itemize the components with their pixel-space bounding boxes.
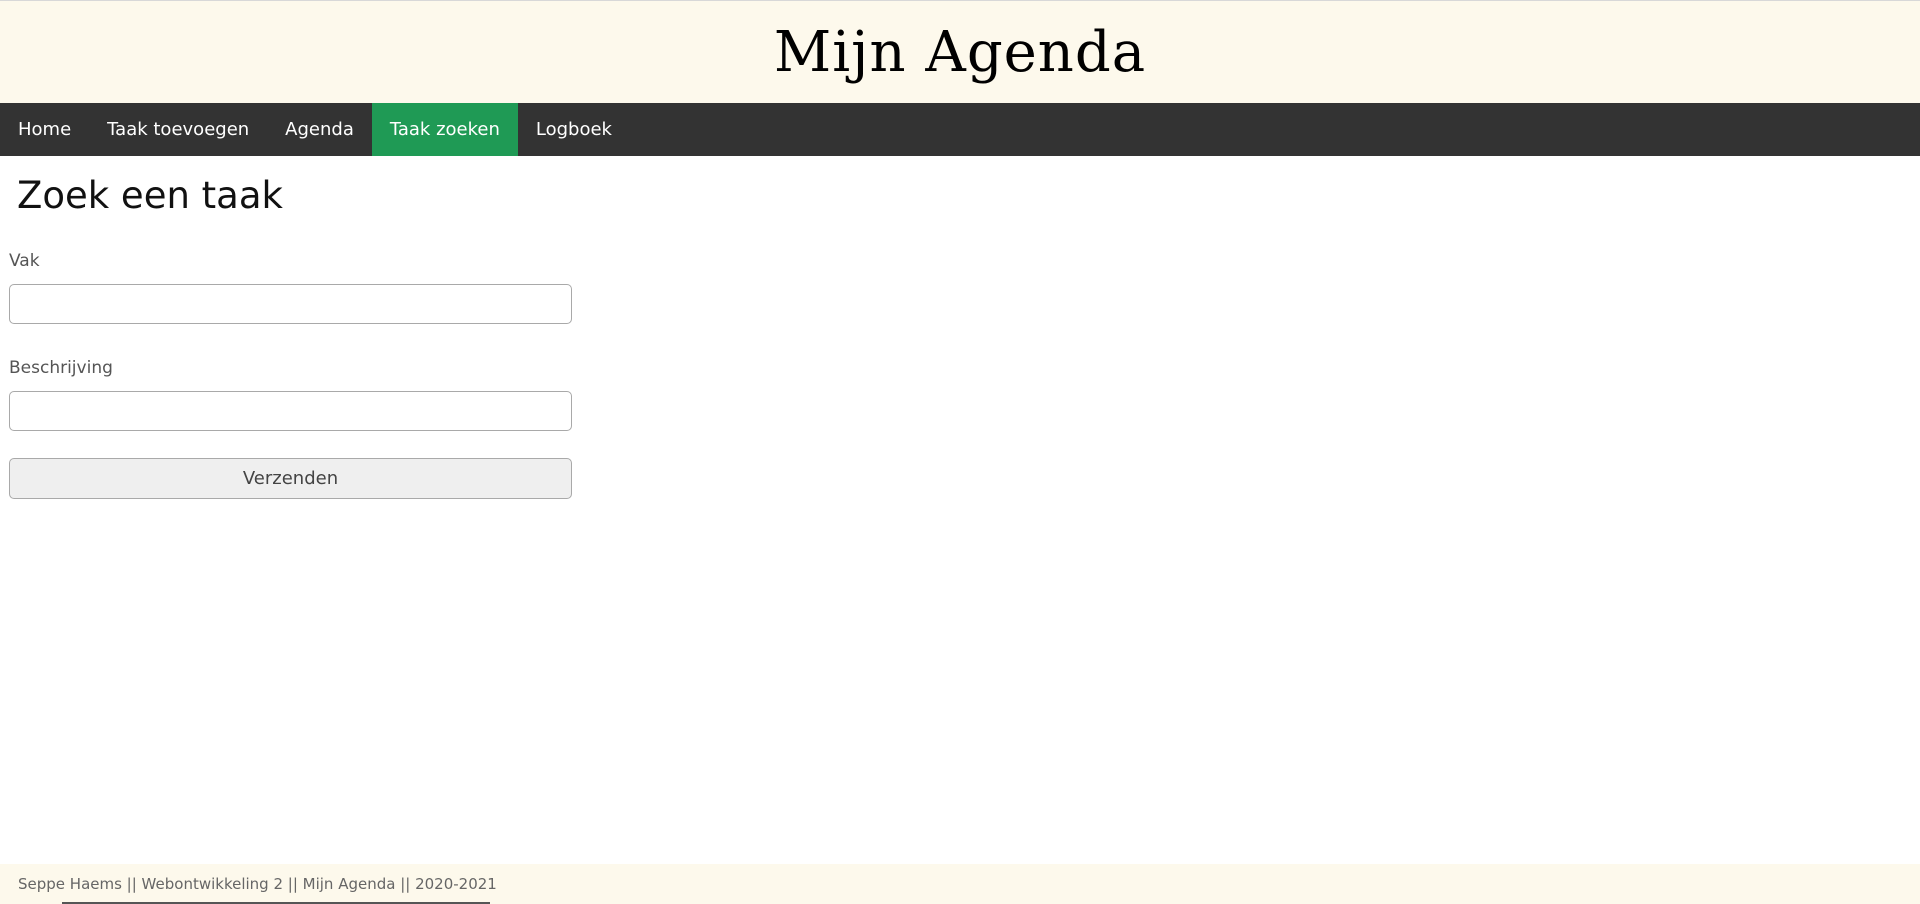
site-header: Mijn Agenda <box>0 0 1920 103</box>
nav-item-home[interactable]: Home <box>0 103 89 156</box>
nav-item-agenda[interactable]: Agenda <box>267 103 372 156</box>
vak-label: Vak <box>9 251 40 271</box>
site-title: Mijn Agenda <box>773 20 1147 85</box>
submit-button[interactable]: Verzenden <box>9 458 572 499</box>
page-heading: Zoek een taak <box>17 174 283 217</box>
vak-input[interactable] <box>9 284 572 324</box>
main-nav: Home Taak toevoegen Agenda Taak zoeken L… <box>0 103 1920 156</box>
nav-item-logboek[interactable]: Logboek <box>518 103 630 156</box>
site-footer: Seppe Haems || Webontwikkeling 2 || Mijn… <box>0 864 1920 904</box>
footer-text: Seppe Haems || Webontwikkeling 2 || Mijn… <box>18 875 497 893</box>
nav-item-taak-toevoegen[interactable]: Taak toevoegen <box>89 103 267 156</box>
page: Mijn Agenda Home Taak toevoegen Agenda T… <box>0 0 1920 904</box>
nav-item-taak-zoeken[interactable]: Taak zoeken <box>371 103 518 156</box>
beschrijving-label: Beschrijving <box>9 358 113 378</box>
beschrijving-input[interactable] <box>9 391 572 431</box>
